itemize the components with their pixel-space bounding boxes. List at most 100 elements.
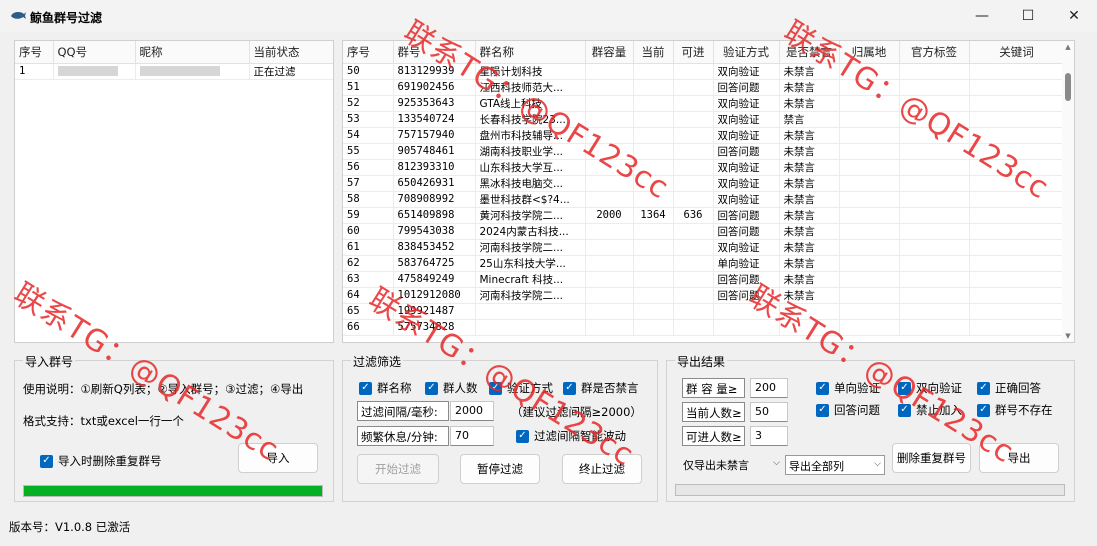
table-row[interactable]: 55 905748461 湖南科技职业学... 回答问题 未禁言 bbox=[343, 143, 1065, 160]
column-header-group-name[interactable]: 群名称 bbox=[475, 41, 586, 64]
scroll-down-icon[interactable]: ▼ bbox=[1062, 332, 1074, 340]
export-check-correct-answer[interactable]: ✓ 正确回答 bbox=[977, 380, 1041, 396]
column-header-muted[interactable]: 是否禁言 bbox=[779, 41, 840, 64]
column-header-status[interactable]: 当前状态 bbox=[249, 41, 333, 64]
table-row[interactable]: 52 925353643 GTA线上科技 双向验证 未禁言 bbox=[343, 95, 1065, 112]
smart-interval-checkbox[interactable]: ✓ 过滤间隔智能波动 bbox=[516, 428, 626, 444]
pause-filter-button[interactable]: 暂停过滤 bbox=[460, 454, 540, 484]
cell-capacity bbox=[585, 191, 634, 208]
cell-index: 52 bbox=[343, 95, 394, 112]
cell-location bbox=[839, 223, 900, 240]
column-header-current[interactable]: 当前 bbox=[633, 41, 674, 64]
cell-joinable bbox=[673, 287, 714, 304]
filter-check-member-count[interactable]: ✓ 群人数 bbox=[425, 380, 478, 396]
filter-check-group-name[interactable]: ✓ 群名称 bbox=[359, 380, 412, 396]
start-filter-button[interactable]: 开始过滤 bbox=[357, 454, 439, 484]
table-row[interactable]: 61 838453452 河南科技学院二... 双向验证 未禁言 bbox=[343, 239, 1065, 256]
column-header-keyword[interactable]: 关键词 bbox=[969, 41, 1065, 64]
usage-text: 使用说明：①刷新Q列表；②导入群号；③过滤；④导出 bbox=[23, 382, 304, 396]
dedupe-on-import-checkbox[interactable]: ✓ 导入时删除重复群号 bbox=[40, 453, 162, 469]
cell-group-id: 650426931 bbox=[393, 175, 476, 192]
scroll-up-icon[interactable]: ▲ bbox=[1062, 43, 1074, 51]
cell-location bbox=[839, 95, 900, 112]
cell-capacity bbox=[585, 319, 634, 336]
export-groupbox: 导出结果 群 容 量≥ 200 当前人数≥ 50 可进人数≥ 3 ✓ 单向验证 ✓… bbox=[666, 353, 1075, 502]
filter-check-muted[interactable]: ✓ 群是否禁言 bbox=[563, 380, 639, 396]
table-row[interactable]: 57 650426931 黑冰科技电脑交... 双向验证 未禁言 bbox=[343, 175, 1065, 192]
maximize-button[interactable]: ☐ bbox=[1005, 0, 1051, 32]
scroll-thumb[interactable] bbox=[1065, 73, 1071, 101]
table-row[interactable]: 60 799543038 2024内蒙古科技... 回答问题 未禁言 bbox=[343, 223, 1065, 240]
cell-capacity bbox=[585, 95, 634, 112]
table-row[interactable]: 54 757157940 盘州市科技辅导... 双向验证 未禁言 bbox=[343, 127, 1065, 144]
column-header-capacity[interactable]: 群容量 bbox=[585, 41, 634, 64]
minimize-button[interactable]: — bbox=[959, 0, 1005, 32]
qq-account-table[interactable]: 序号 QQ号 昵称 当前状态 1 正在过滤 bbox=[14, 40, 334, 343]
cell-joinable bbox=[673, 79, 714, 96]
column-header-index[interactable]: 序号 bbox=[343, 41, 394, 64]
column-header-official-tag[interactable]: 官方标签 bbox=[899, 41, 970, 64]
cell-joinable bbox=[673, 255, 714, 272]
stop-filter-button[interactable]: 终止过滤 bbox=[562, 454, 642, 484]
cell-status: 正在过滤 bbox=[249, 63, 333, 80]
export-columns-dropdown[interactable]: 导出全部列 ⌵ bbox=[785, 455, 885, 475]
table-row[interactable]: 53 133540724 长春科技学院23... 双向验证 禁言 bbox=[343, 111, 1065, 128]
cell-index: 50 bbox=[343, 63, 394, 80]
export-check-join-forbidden[interactable]: ✓ 禁止加入 bbox=[898, 402, 962, 418]
cell-keyword bbox=[969, 127, 1065, 144]
table-row[interactable]: 56 812393310 山东科技大学互... 双向验证 未禁言 bbox=[343, 159, 1065, 176]
export-check-answer-question[interactable]: ✓ 回答问题 bbox=[816, 402, 880, 418]
column-header-index[interactable]: 序号 bbox=[15, 41, 54, 64]
cell-location bbox=[839, 271, 900, 288]
export-check-label: 正确回答 bbox=[995, 381, 1041, 395]
checkbox-check-icon: ✓ bbox=[40, 454, 53, 468]
export-button[interactable]: 导出 bbox=[979, 443, 1059, 473]
table-row[interactable]: 65 199921487 bbox=[343, 303, 1065, 320]
cell-keyword bbox=[969, 191, 1065, 208]
table-row[interactable]: 1 正在过滤 bbox=[15, 63, 333, 80]
column-header-verify-method[interactable]: 验证方式 bbox=[713, 41, 780, 64]
cell-verify-method: 回答问题 bbox=[713, 287, 780, 304]
filter-check-verify-method[interactable]: ✓ 验证方式 bbox=[489, 380, 553, 396]
table-row[interactable]: 62 583764725 25山东科技大学... 单向验证 未禁言 bbox=[343, 255, 1065, 272]
cell-current bbox=[633, 191, 674, 208]
export-check-two-way[interactable]: ✓ 双向验证 bbox=[898, 380, 962, 396]
table-row[interactable]: 63 475849249 Minecraft 科技... 回答问题 未禁言 bbox=[343, 271, 1065, 288]
column-header-joinable[interactable]: 可进 bbox=[673, 41, 714, 64]
current-count-input[interactable]: 50 bbox=[750, 402, 788, 422]
capacity-input[interactable]: 200 bbox=[750, 378, 788, 398]
column-header-location[interactable]: 归属地 bbox=[839, 41, 900, 64]
interval-input[interactable]: 2000 bbox=[450, 401, 494, 421]
checkbox-check-icon: ✓ bbox=[977, 381, 990, 395]
table-row[interactable]: 64 1012912080 河南科技学院二... 回答问题 未禁言 bbox=[343, 287, 1065, 304]
export-check-one-way[interactable]: ✓ 单向验证 bbox=[816, 380, 880, 396]
mute-filter-dropdown[interactable]: 仅导出未禁言 ⌵ bbox=[680, 455, 783, 475]
cell-current: 1364 bbox=[633, 207, 674, 224]
cell-verify-method: 双向验证 bbox=[713, 95, 780, 112]
remove-duplicates-button[interactable]: 删除重复群号 bbox=[892, 443, 971, 473]
cell-verify-method: 单向验证 bbox=[713, 255, 780, 272]
cell-official-tag bbox=[899, 63, 970, 80]
checkbox-check-icon: ✓ bbox=[898, 381, 911, 395]
table-row[interactable]: 58 708908992 墨世科技群<$?4... 双向验证 未禁言 bbox=[343, 191, 1065, 208]
cell-keyword bbox=[969, 175, 1065, 192]
joinable-count-input[interactable]: 3 bbox=[750, 426, 788, 446]
close-button[interactable]: ✕ bbox=[1051, 0, 1097, 32]
export-check-not-exist[interactable]: ✓ 群号不存在 bbox=[977, 402, 1053, 418]
rest-input[interactable]: 70 bbox=[450, 426, 494, 446]
smart-interval-label: 过滤间隔智能波动 bbox=[534, 429, 626, 443]
filter-groupbox: 过滤筛选 ✓ 群名称 ✓ 群人数 ✓ 验证方式 ✓ 群是否禁言 过滤间隔/毫秒: 200… bbox=[342, 353, 658, 502]
table-row[interactable]: 66 575734828 bbox=[343, 319, 1065, 336]
table-row[interactable]: 50 813129939 星陨计划科技 双向验证 未禁言 bbox=[343, 63, 1065, 80]
table-row[interactable]: 59 651409898 黄河科技学院二... 2000 1364 636 回答问题 未禁言 bbox=[343, 207, 1065, 224]
column-header-nickname[interactable]: 昵称 bbox=[135, 41, 250, 64]
vertical-scrollbar[interactable]: ▲ ▼ bbox=[1062, 41, 1074, 342]
capacity-label: 群 容 量≥ bbox=[682, 378, 745, 398]
group-table[interactable]: 序号 群号 群名称 群容量 当前 可进 验证方式 是否禁言 归属地 官方标签 关键词 50 81312… bbox=[342, 40, 1075, 343]
import-button[interactable]: 导入 bbox=[238, 443, 318, 473]
column-header-qq[interactable]: QQ号 bbox=[53, 41, 136, 64]
checkbox-check-icon: ✓ bbox=[516, 429, 529, 443]
cell-joinable bbox=[673, 191, 714, 208]
table-row[interactable]: 51 691902456 江西科技师范大... 回答问题 未禁言 bbox=[343, 79, 1065, 96]
column-header-group-id[interactable]: 群号 bbox=[393, 41, 476, 64]
